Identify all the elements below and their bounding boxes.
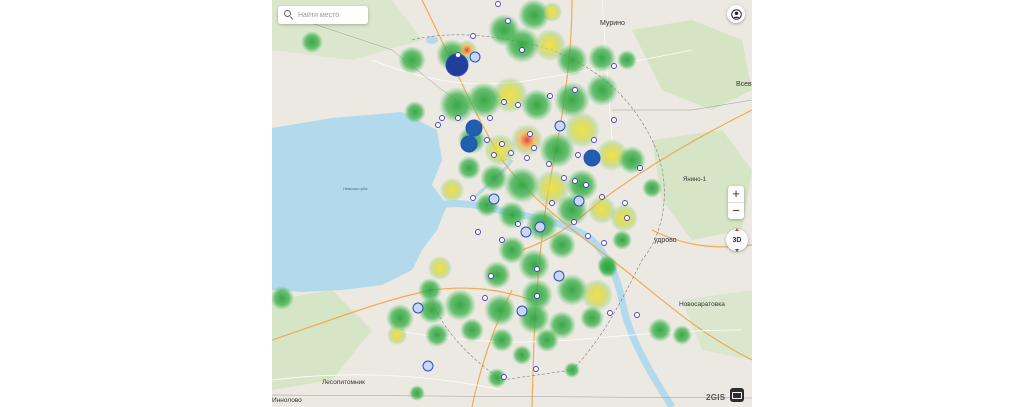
label-nevskaya-guba: Невская губа: [343, 186, 368, 191]
map-view[interactable]: Мурино Всев Янино-1 удрово Новосаратовка…: [272, 0, 752, 407]
label-vsev: Всев: [736, 81, 752, 88]
label-murino: Мурино: [600, 20, 625, 27]
label-novosaratovka: Новосаратовка: [679, 301, 725, 308]
user-button[interactable]: [727, 5, 745, 23]
user-icon: [730, 8, 742, 20]
zoom-out-button[interactable]: −: [728, 203, 744, 219]
label-kudrovo: удрово: [654, 237, 677, 244]
3d-label: 3D: [732, 236, 742, 244]
3d-button[interactable]: 3D: [726, 228, 748, 252]
search-input[interactable]: [298, 11, 368, 19]
zoom-in-button[interactable]: +: [728, 186, 744, 202]
label-lesoplitomnik: Лесопитомник: [322, 379, 366, 386]
label-innolovo: Иннолово: [272, 397, 302, 404]
chat-button[interactable]: [730, 388, 744, 402]
map-base: [272, 0, 752, 407]
compass-south-icon: [735, 249, 739, 252]
search-icon: [284, 10, 294, 20]
compass-north-icon: [735, 228, 739, 231]
brand-logo: 2GIS: [706, 393, 726, 402]
label-yanino: Янино-1: [683, 177, 706, 183]
chat-icon: [732, 391, 742, 399]
search-box[interactable]: [278, 6, 368, 24]
zoom-controls: + −: [728, 186, 744, 219]
